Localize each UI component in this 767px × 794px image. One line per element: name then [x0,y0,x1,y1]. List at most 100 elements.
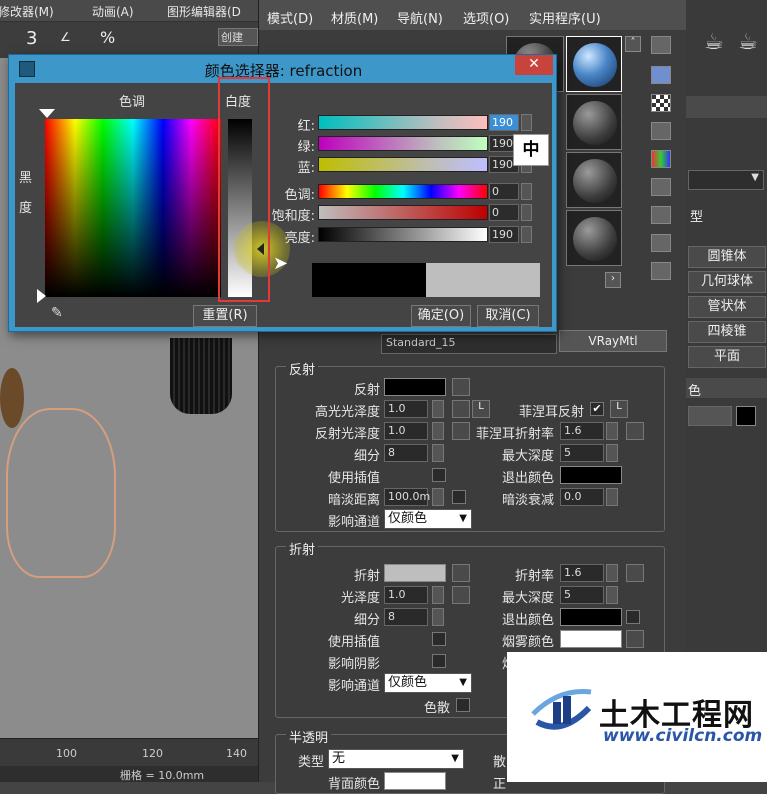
menu-utilities[interactable]: 实用程序(U) [529,8,601,27]
material-slot[interactable] [566,152,622,208]
menu-graph-editors[interactable]: 图形编辑器(D [167,3,241,20]
dialog-title-bar[interactable]: 颜色选择器: refraction ✕ [9,55,558,83]
red-spinner[interactable] [521,114,532,131]
saturation-spinner[interactable] [521,204,532,221]
close-button[interactable]: ✕ [515,55,553,75]
blackness-pointer-icon[interactable] [37,289,46,303]
plane-button[interactable]: 平面 [688,346,766,368]
menu-options[interactable]: 选项(O) [463,8,509,27]
refl-max-depth-arrows[interactable] [606,444,618,462]
red-value[interactable]: 190 [489,114,519,131]
refl-affect-channels-select[interactable]: 仅颜色 ▼ [384,509,472,529]
brightness-spinner[interactable] [521,226,532,243]
teapot-render-icon[interactable]: ☕ [738,30,758,55]
eyedropper-icon[interactable]: ✎ [51,305,71,325]
refr-exit-color-checkbox[interactable] [626,610,640,624]
snap-toggle[interactable]: 3 [26,28,37,49]
refl-subdivs-spinner[interactable]: 8 [384,444,428,462]
material-slot[interactable] [566,94,622,150]
saturation-value[interactable]: 0 [489,204,519,221]
refr-exit-color-swatch[interactable] [560,608,622,626]
command-tabs[interactable] [686,96,767,118]
backlight-icon[interactable] [651,66,671,84]
transl-type-select[interactable]: 无 ▼ [328,749,464,769]
hue-blackness-field[interactable] [45,119,221,297]
menu-modifiers[interactable]: 修改器(M) [0,3,54,20]
fog-color-swatch[interactable] [560,630,622,648]
material-slot[interactable] [566,210,622,266]
refract-color-swatch[interactable] [384,564,446,582]
cancel-button[interactable]: 取消(C) [477,305,539,327]
select-by-material-icon[interactable] [651,234,671,252]
percent-snap-icon[interactable]: % [100,28,115,47]
material-slot[interactable] [566,36,622,92]
refl-subdivs-arrows[interactable] [432,444,444,462]
hue-pointer-icon[interactable] [39,109,55,118]
hilight-gloss-arrows[interactable] [432,400,444,418]
fog-color-map-button[interactable] [626,630,644,648]
cone-button[interactable]: 圆锥体 [688,246,766,268]
dim-falloff-spinner[interactable]: 0.0 [560,488,604,506]
red-slider[interactable] [318,115,488,130]
refr-use-interp-checkbox[interactable] [432,632,446,646]
refr-gloss-map-button[interactable] [452,586,470,604]
teapot-icon[interactable]: ☕ [704,30,724,55]
green-slider[interactable] [318,136,488,151]
background-checker-icon[interactable] [651,94,671,112]
blue-slider[interactable] [318,157,488,172]
saturation-slider[interactable] [318,205,488,220]
material-navigator-icon[interactable] [651,262,671,280]
pyramid-button[interactable]: 四棱锥 [688,321,766,343]
refl-exit-color-swatch[interactable] [560,466,622,484]
menu-modes[interactable]: 模式(D) [267,8,313,27]
fresnel-ior-map-button[interactable] [626,422,644,440]
options-icon[interactable] [651,206,671,224]
hue-slider[interactable] [318,184,488,199]
create-selection-button[interactable]: 创建 [218,28,258,46]
ok-button[interactable]: 确定(O) [411,305,471,327]
menu-material[interactable]: 材质(M) [331,8,378,27]
sample-uv-icon[interactable] [651,122,671,140]
dim-dist-spinner[interactable]: 100.0m [384,488,430,506]
object-color-swatch[interactable] [736,406,756,426]
refr-affect-channels-select[interactable]: 仅颜色 ▼ [384,673,472,693]
object-name-field[interactable] [688,406,732,426]
angle-snap-icon[interactable]: ∠ [60,30,71,44]
scroll-right-icon[interactable]: › [605,272,621,288]
refl-max-depth-spinner[interactable]: 5 [560,444,604,462]
reset-button[interactable]: 重置(R) [193,305,257,327]
refl-gloss-spinner[interactable]: 1.0 [384,422,428,440]
refr-gloss-arrows[interactable] [432,586,444,604]
refract-map-button[interactable] [452,564,470,582]
material-name-dropdown[interactable]: Standard_15 [381,334,557,354]
object-type-dropdown[interactable]: ▼ [688,170,764,190]
dim-dist-checkbox[interactable] [452,490,466,504]
name-color-header[interactable]: 色 [686,378,767,399]
hilight-gloss-spinner[interactable]: 1.0 [384,400,428,418]
brightness-slider[interactable] [318,227,488,242]
make-preview-icon[interactable] [651,178,671,196]
fresnel-lock-button[interactable]: L [610,400,628,418]
back-color-swatch[interactable] [384,772,446,790]
dim-falloff-arrows[interactable] [606,488,618,506]
dim-dist-arrows[interactable] [432,488,444,506]
affect-shadows-checkbox[interactable] [432,654,446,668]
reflect-map-button[interactable] [452,378,470,396]
refr-subdivs-spinner[interactable]: 8 [384,608,428,626]
refr-gloss-spinner[interactable]: 1.0 [384,586,428,604]
video-color-check-icon[interactable] [651,150,671,168]
refr-subdivs-arrows[interactable] [432,608,444,626]
ime-indicator[interactable]: 中 [513,134,549,166]
fresnel-ior-spinner[interactable]: 1.6 [560,422,604,440]
ior-map-button[interactable] [626,564,644,582]
menu-animation[interactable]: 动画(A) [92,3,134,20]
tube-button[interactable]: 管状体 [688,296,766,318]
brightness-value[interactable]: 190 [489,226,519,243]
fresnel-checkbox[interactable]: ✔ [590,402,604,416]
geosphere-button[interactable]: 几何球体 [688,271,766,293]
refl-gloss-arrows[interactable] [432,422,444,440]
hue-value[interactable]: 0 [489,183,519,200]
refl-use-interp-checkbox[interactable] [432,468,446,482]
hue-spinner[interactable] [521,183,532,200]
ior-spinner[interactable]: 1.6 [560,564,604,582]
